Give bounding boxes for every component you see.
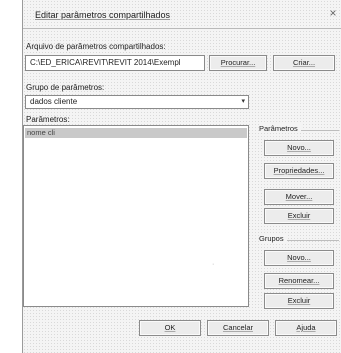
create-button[interactable]: Criar...	[273, 55, 335, 71]
shared-parameter-file-path[interactable]: C:\ED_ERICA\REVIT\REVIT 2014\Exempl	[25, 55, 205, 71]
delete-group-button[interactable]: Excluir	[264, 293, 334, 309]
parameters-panel-title: Parâmetros	[259, 124, 301, 133]
new-group-button-label: Novo...	[287, 253, 311, 262]
parameters-listbox[interactable]: nome cli	[23, 125, 249, 307]
parameter-group-selected-value: dados cliente	[30, 97, 78, 106]
new-parameter-button[interactable]: Novo...	[264, 140, 334, 156]
ok-button[interactable]: OK	[139, 320, 201, 336]
help-button[interactable]: Ajuda	[275, 320, 337, 336]
delete-parameter-button[interactable]: Excluir	[264, 208, 334, 224]
parameters-label: Parâmetros:	[26, 115, 70, 124]
groups-panel-title: Grupos	[259, 234, 287, 243]
dialog-title: Editar parâmetros compartilhados	[35, 10, 171, 20]
delete-parameter-button-label: Excluir	[287, 211, 311, 220]
ok-button-label: OK	[164, 323, 176, 332]
scatter-mark: ·	[212, 261, 215, 268]
rename-group-button-label: Renomear...	[278, 276, 320, 285]
parameter-properties-button[interactable]: Propriedades...	[264, 163, 334, 179]
chevron-down-icon[interactable]: ▾	[241, 96, 245, 108]
list-item[interactable]: nome cli	[25, 128, 247, 138]
new-parameter-button-label: Novo...	[287, 143, 311, 152]
parameter-properties-button-label: Propriedades...	[273, 166, 325, 175]
shared-parameter-file-label: Arquivo de parâmetros compartilhados:	[26, 42, 166, 51]
parameter-group-select[interactable]: dados cliente ▾	[25, 95, 249, 109]
cancel-button-label: Cancelar	[222, 323, 253, 332]
parameter-group-label: Grupo de parâmetros:	[26, 83, 105, 92]
delete-group-button-label: Excluir	[287, 296, 311, 305]
browse-button[interactable]: Procurar...	[209, 55, 267, 71]
new-group-button[interactable]: Novo...	[264, 250, 334, 266]
close-icon[interactable]: ×	[326, 4, 340, 22]
help-button-label: Ajuda	[296, 323, 316, 332]
rename-group-button[interactable]: Renomear...	[264, 273, 334, 289]
cancel-button[interactable]: Cancelar	[207, 320, 269, 336]
create-button-label: Criar...	[292, 58, 316, 67]
move-parameter-button-label: Mover...	[285, 192, 313, 201]
browse-button-label: Procurar...	[220, 58, 256, 67]
title-bar: Editar parâmetros compartilhados ×	[23, 0, 341, 29]
move-parameter-button[interactable]: Mover...	[264, 189, 334, 205]
edit-shared-parameters-dialog: Editar parâmetros compartilhados × Arqui…	[22, 0, 341, 353]
